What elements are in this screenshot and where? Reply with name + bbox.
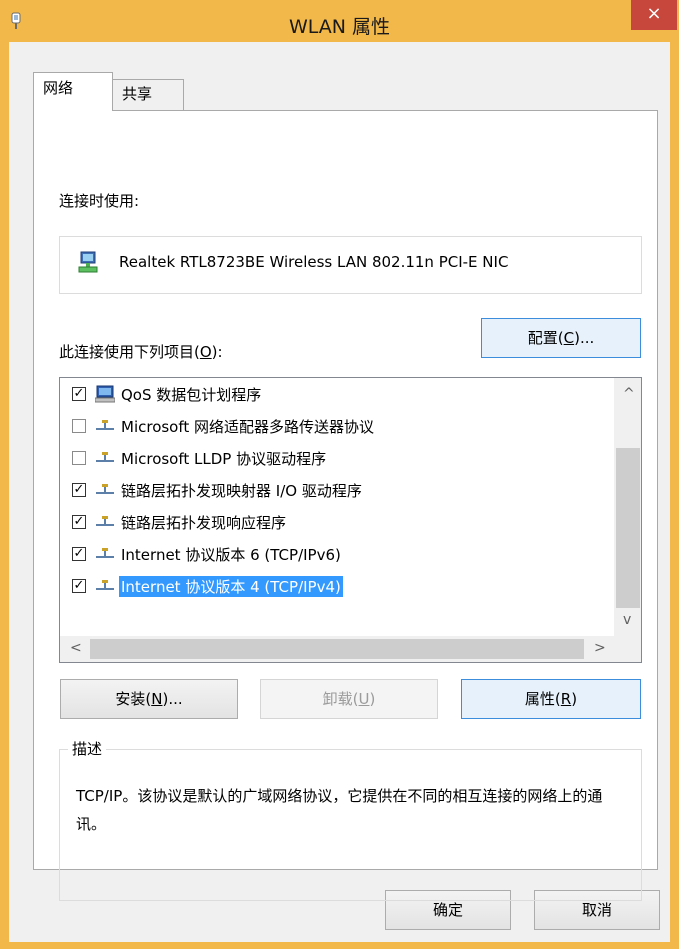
access-key: N xyxy=(151,690,163,708)
checkbox[interactable]: ✓ xyxy=(72,547,86,561)
check-mark-icon: ✓ xyxy=(73,482,85,497)
tab-sharing[interactable]: 共享 xyxy=(112,79,184,111)
list-item[interactable]: Microsoft 网络适配器多路传送器协议 xyxy=(60,410,613,442)
list-item-label: 链路层拓扑发现响应程序 xyxy=(121,514,287,532)
list-item[interactable]: ✓ Internet 协议版本 4 (TCP/IPv4) xyxy=(60,570,613,602)
check-mark-icon: ✓ xyxy=(73,578,85,593)
scroll-right-icon[interactable]: > xyxy=(594,640,606,656)
items-label: 此连接使用下列项目(O): xyxy=(59,341,223,362)
list-item-label: Microsoft 网络适配器多路传送器协议 xyxy=(121,418,375,436)
checkbox[interactable]: ✓ xyxy=(72,579,86,593)
adapter-box: Realtek RTL8723BE Wireless LAN 802.11n P… xyxy=(59,236,642,294)
checkbox[interactable] xyxy=(72,451,86,465)
button-label: 属性( xyxy=(524,690,561,708)
window-frame: WLAN 属性 × 网络 共享 连接时使用: Realtek RTL8723BE… xyxy=(0,0,679,949)
list-item-label: 链路层拓扑发现映射器 I/O 驱动程序 xyxy=(121,482,362,500)
scrollbar-corner xyxy=(614,636,641,662)
tab-network[interactable]: 网络 xyxy=(33,72,113,111)
connect-using-label: 连接时使用: xyxy=(59,192,140,210)
network-protocol-icon xyxy=(96,420,114,430)
list-item-label: QoS 数据包计划程序 xyxy=(121,386,262,404)
network-tab-panel: 连接时使用: Realtek RTL8723BE Wireless LAN 80… xyxy=(33,110,658,901)
install-button[interactable]: 安装(N)... xyxy=(60,679,238,719)
access-key: R xyxy=(560,690,572,708)
list-item-label: Internet 协议版本 4 (TCP/IPv4) xyxy=(119,576,343,597)
title-bar[interactable]: WLAN 属性 × xyxy=(0,0,679,42)
checkbox[interactable]: ✓ xyxy=(72,483,86,497)
button-label-suffix: )... xyxy=(574,329,595,347)
qos-scheduler-icon xyxy=(95,385,115,403)
window-title: WLAN 属性 xyxy=(288,16,391,38)
access-key: C xyxy=(563,329,575,347)
list-item[interactable]: ✓ 链路层拓扑发现响应程序 xyxy=(60,506,613,538)
checkbox[interactable]: ✓ xyxy=(72,515,86,529)
vertical-scrollbar[interactable]: ^ v xyxy=(614,378,641,636)
network-protocol-icon xyxy=(96,548,114,558)
close-icon: × xyxy=(646,3,662,24)
scroll-down-icon[interactable]: v xyxy=(623,612,631,628)
tab-label: 共享 xyxy=(122,85,153,103)
access-key: U xyxy=(358,690,370,708)
check-mark-icon: ✓ xyxy=(73,386,85,401)
properties-button[interactable]: 属性(R) xyxy=(461,679,641,719)
list-item-label: Microsoft LLDP 协议驱动程序 xyxy=(121,450,327,468)
tab-label: 网络 xyxy=(43,79,74,97)
list-item[interactable]: ✓ QoS 数据包计划程序 xyxy=(60,378,613,410)
list-item[interactable]: ✓ 链路层拓扑发现映射器 I/O 驱动程序 xyxy=(60,474,613,506)
button-label: 配置( xyxy=(527,329,564,347)
scroll-left-icon[interactable]: < xyxy=(70,640,82,656)
scroll-up-icon[interactable]: ^ xyxy=(623,386,635,402)
network-protocol-icon xyxy=(96,452,114,462)
checkbox[interactable]: ✓ xyxy=(72,387,86,401)
horizontal-scrollbar[interactable]: < > xyxy=(60,636,614,662)
horizontal-scroll-thumb[interactable] xyxy=(90,639,584,659)
check-mark-icon: ✓ xyxy=(73,514,85,529)
network-protocol-icon xyxy=(96,580,114,590)
button-label-suffix: ) xyxy=(571,690,578,708)
adapter-name: Realtek RTL8723BE Wireless LAN 802.11n P… xyxy=(119,253,509,271)
button-label-suffix: )... xyxy=(162,690,183,708)
items-label-suffix: ): xyxy=(211,343,223,361)
vertical-scroll-thumb[interactable] xyxy=(616,448,640,608)
uninstall-button[interactable]: 卸载(U) xyxy=(260,679,438,719)
list-item[interactable]: ✓ Internet 协议版本 6 (TCP/IPv6) xyxy=(60,538,613,570)
close-button[interactable]: × xyxy=(631,0,677,30)
check-mark-icon: ✓ xyxy=(73,546,85,561)
network-adapter-icon xyxy=(78,251,98,273)
access-key: O xyxy=(199,343,212,361)
items-label-text: 此连接使用下列项目( xyxy=(59,343,200,361)
network-protocol-icon xyxy=(96,516,114,526)
list-item[interactable]: Microsoft LLDP 协议驱动程序 xyxy=(60,442,613,474)
description-text: TCP/IP。该协议是默认的广域网络协议，它提供在不同的相互连接的网络上的通讯。 xyxy=(76,787,603,833)
button-label: 安装( xyxy=(115,690,152,708)
checkbox[interactable] xyxy=(72,419,86,433)
configure-button[interactable]: 配置(C)... xyxy=(481,318,641,358)
button-label: 卸载( xyxy=(322,690,359,708)
button-label-suffix: ) xyxy=(369,690,376,708)
items-list[interactable]: ✓ QoS 数据包计划程序 Microsoft 网络适配器多路传送器协议 Mic… xyxy=(59,377,642,663)
list-item-label: Internet 协议版本 6 (TCP/IPv6) xyxy=(121,546,341,564)
description-groupbox: TCP/IP。该协议是默认的广域网络协议，它提供在不同的相互连接的网络上的通讯。 xyxy=(59,749,642,901)
dialog-client: 网络 共享 连接时使用: Realtek RTL8723BE Wireless … xyxy=(9,42,670,942)
description-legend: 描述 xyxy=(68,738,107,759)
network-protocol-icon xyxy=(96,484,114,494)
